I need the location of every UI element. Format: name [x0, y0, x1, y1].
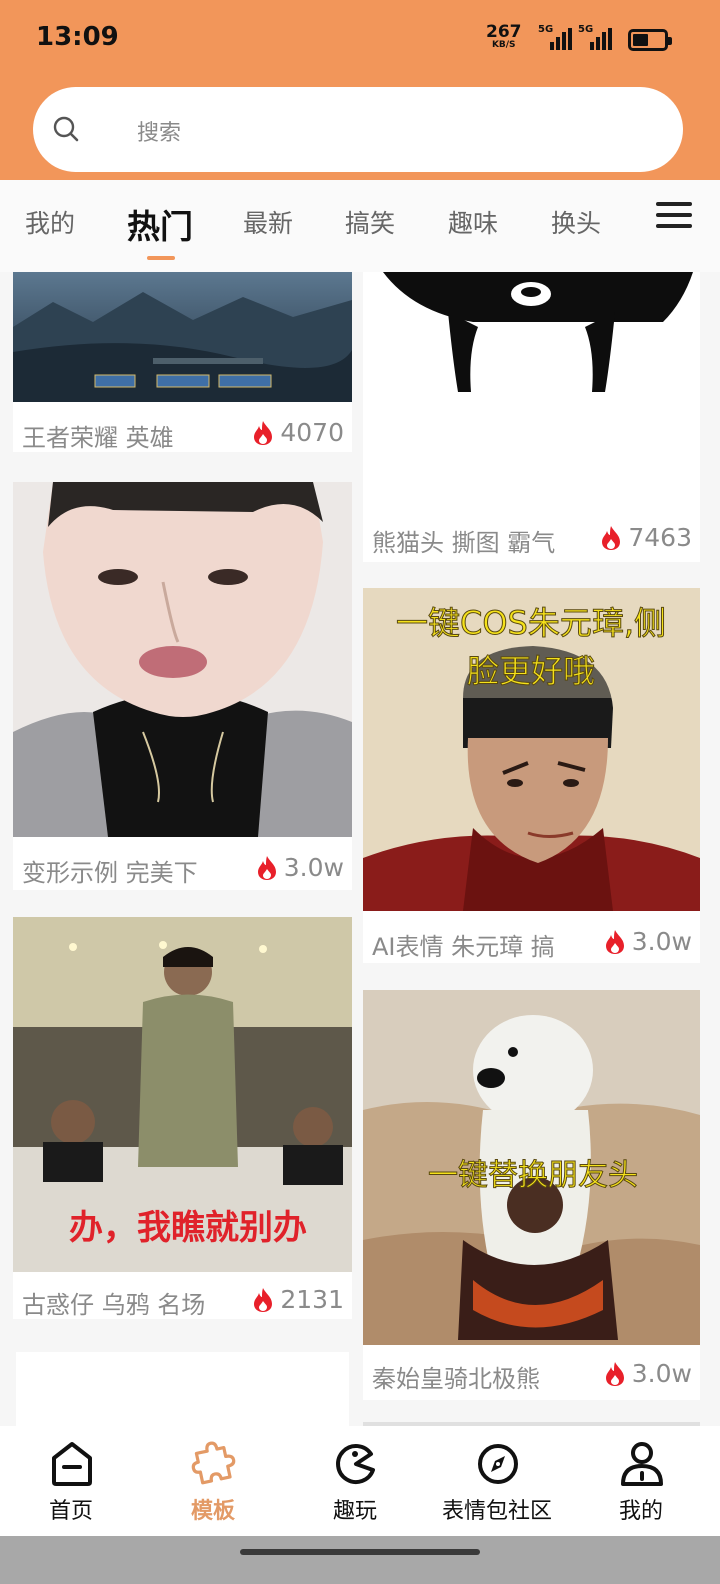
status-bar: 13:09 267 KB/S 5G 5G — [0, 0, 720, 80]
card-image: 办，我瞧就别办 — [13, 917, 352, 1272]
tab-latest[interactable]: 最新 — [243, 204, 293, 240]
nav-play[interactable]: 趣玩 — [285, 1426, 425, 1536]
signal-icon: 5G — [538, 24, 574, 52]
card-image — [13, 482, 352, 837]
heat-count: 2131 — [252, 1285, 344, 1314]
nav-label: 趣玩 — [332, 1499, 377, 1524]
pacman-icon — [336, 1444, 375, 1484]
template-card[interactable]: 变形示例 完美下 3.0w — [13, 482, 352, 890]
tab-mine[interactable]: 我的 — [25, 204, 75, 240]
category-tabs: 我的 热门 最新 搞笑 趣味 换头 — [0, 180, 720, 272]
nav-templates[interactable]: 模板 — [143, 1426, 283, 1536]
tab-funny[interactable]: 搞笑 — [345, 204, 395, 240]
card-image: 一键替换朋友头 — [363, 990, 700, 1345]
card-image — [13, 272, 352, 402]
card-caption-line: 脸更好哦 — [467, 652, 595, 690]
heat-value: 3.0w — [631, 1359, 692, 1388]
compass-icon — [478, 1444, 518, 1484]
status-time: 13:09 — [36, 22, 119, 52]
network-speed-unit: KB/S — [491, 40, 516, 50]
card-title: 古惑仔 乌鸦 名场 — [22, 1291, 206, 1319]
card-title: AI表情 朱元璋 搞 — [372, 933, 555, 961]
template-card[interactable] — [16, 1352, 349, 1426]
flame-icon — [605, 929, 624, 954]
card-title: 秦始皇骑北极熊 — [372, 1365, 540, 1393]
app-header: 13:09 267 KB/S 5G 5G 搜索 — [0, 0, 720, 180]
heat-count: 3.0w — [604, 927, 692, 956]
template-card[interactable]: 熊猫头 撕图 霸气 7463 — [363, 272, 700, 562]
heat-count: 3.0w — [256, 853, 344, 882]
template-feed[interactable]: 王者荣耀 英雄 4070 熊猫头 撕图 霸气 7463 变形示例 完美下 3.0… — [0, 272, 720, 1426]
heat-value: 7463 — [628, 523, 692, 552]
battery-icon — [628, 29, 672, 51]
tab-indicator — [147, 256, 175, 260]
tab-fun[interactable]: 趣味 — [448, 204, 498, 240]
user-icon — [621, 1442, 663, 1486]
heat-count: 3.0w — [604, 1359, 692, 1388]
home-icon — [52, 1442, 92, 1486]
nav-community[interactable]: 表情包社区 — [427, 1426, 567, 1536]
tab-face-swap[interactable]: 换头 — [551, 204, 601, 240]
template-card[interactable]: 办，我瞧就别办 古惑仔 乌鸦 名场 2131 — [13, 917, 352, 1319]
flame-icon — [602, 525, 621, 550]
template-card[interactable]: 一键替换朋友头 秦始皇骑北极熊 3.0w — [363, 990, 700, 1400]
heat-value: 3.0w — [631, 927, 692, 956]
search-bar[interactable]: 搜索 — [33, 87, 683, 172]
card-caption-line: 一键COS朱元璋,侧 — [396, 604, 666, 642]
search-input[interactable]: 搜索 — [137, 115, 181, 147]
nav-label: 模板 — [190, 1499, 235, 1524]
card-meta: 王者荣耀 英雄 4070 — [13, 412, 352, 452]
nav-home[interactable]: 首页 — [1, 1426, 141, 1536]
heat-value: 4070 — [280, 418, 344, 447]
card-meta: 熊猫头 撕图 霸气 7463 — [363, 517, 700, 557]
nav-profile[interactable]: 我的 — [571, 1426, 711, 1536]
card-meta: 古惑仔 乌鸦 名场 2131 — [13, 1279, 352, 1319]
card-title: 王者荣耀 英雄 — [22, 424, 174, 452]
card-caption-line: 办，我瞧就别办 — [69, 1208, 307, 1248]
card-meta: AI表情 朱元璋 搞 3.0w — [363, 921, 700, 961]
signal-icon: 5G — [578, 24, 614, 52]
card-caption-line: 一键替换朋友头 — [428, 1158, 638, 1193]
flame-icon — [254, 420, 273, 445]
flame-icon — [605, 1361, 624, 1386]
card-image — [363, 272, 700, 507]
heat-count: 4070 — [252, 418, 344, 447]
network-speed-value: 267 — [486, 22, 522, 42]
nav-label: 表情包社区 — [441, 1499, 552, 1524]
nav-label: 我的 — [618, 1499, 663, 1524]
card-image: 一键COS朱元璋,侧 脸更好哦 — [363, 588, 700, 911]
bottom-nav: 首页 模板 趣玩 表情包社区 我的 — [0, 1426, 720, 1536]
nav-label: 首页 — [48, 1499, 93, 1524]
heat-value: 3.0w — [283, 853, 344, 882]
puzzle-icon — [191, 1441, 236, 1485]
flame-icon — [257, 855, 276, 880]
flame-icon — [254, 1287, 273, 1312]
template-card[interactable]: 一键COS朱元璋,侧 脸更好哦 AI表情 朱元璋 搞 3.0w — [363, 588, 700, 963]
heat-count: 7463 — [600, 523, 692, 552]
home-indicator[interactable] — [0, 1536, 720, 1584]
card-meta: 变形示例 完美下 3.0w — [13, 847, 352, 887]
card-meta: 秦始皇骑北极熊 3.0w — [363, 1353, 700, 1393]
card-title: 熊猫头 撕图 霸气 — [372, 529, 556, 557]
search-icon — [53, 116, 79, 142]
menu-icon[interactable] — [656, 202, 692, 230]
tab-hot[interactable]: 热门 — [127, 200, 193, 248]
network-speed: 267 KB/S — [486, 24, 522, 50]
template-card[interactable]: 王者荣耀 英雄 4070 — [13, 272, 352, 452]
card-title: 变形示例 完美下 — [22, 859, 198, 887]
heat-value: 2131 — [280, 1285, 344, 1314]
